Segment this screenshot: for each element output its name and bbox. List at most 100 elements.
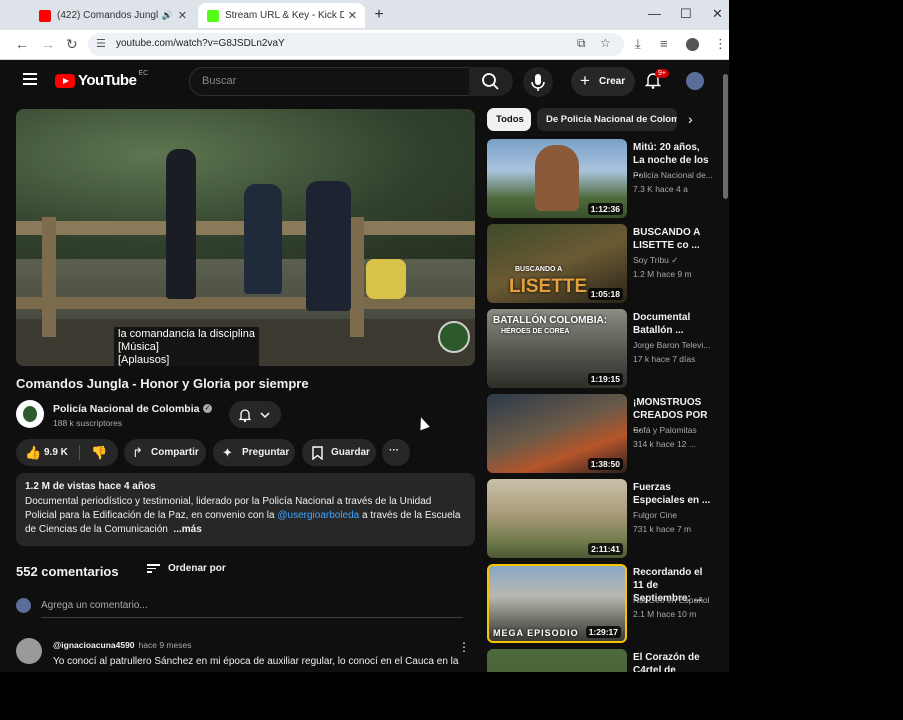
url-text[interactable]: youtube.com/watch?v=G8JSDLn2vaY (116, 38, 285, 49)
video-meta: 1.2 M hace 9 m (633, 269, 692, 279)
kick-favicon-icon (207, 9, 219, 22)
notifications-button[interactable]: 9+ (644, 69, 669, 94)
channel-watermark-logo[interactable] (438, 321, 470, 353)
search-icon (482, 73, 499, 90)
recommendation-item[interactable]: BUSCANDO A LISETTE 1:05:18 BUSCANDO A LI… (487, 224, 717, 304)
recommendation-item[interactable]: MEGA EPISODIO 1:29:17 Recordando el 11 d… (487, 564, 717, 644)
recommendation-item[interactable]: BATALLÓN COLOMBIA: HÉROES DE COREA 1:19:… (487, 309, 717, 389)
address-bar[interactable]: ☰ youtube.com/watch?v=G8JSDLn2vaY ⧉ ☆ (88, 33, 624, 56)
chip-channel[interactable]: De Policía Nacional de Colombia (537, 108, 677, 131)
recommendation-item[interactable]: El Corazón de C4rtel de Sinalo... (487, 649, 717, 672)
channel-name[interactable]: Policía Nacional de Colombia (53, 403, 199, 415)
video-title: Comandos Jungla - Honor y Gloria por sie… (16, 376, 309, 391)
like-button[interactable]: 👍 9.9 K (16, 439, 78, 466)
divider (79, 445, 80, 460)
channel-name[interactable]: Jorge Baron Televi... (633, 340, 715, 350)
recommendation-item[interactable]: 1:12:36 Mitú: 20 años, La noche de los .… (487, 139, 717, 219)
sort-comments-button[interactable]: Ordenar por (147, 562, 226, 575)
video-thumbnail[interactable]: BATALLÓN COLOMBIA: HÉROES DE COREA 1:19:… (487, 309, 627, 388)
thumbnail-text: BATALLÓN COLOMBIA: (493, 315, 608, 326)
description-box[interactable]: 1.2 M de vistas hace 4 años Documental p… (16, 473, 475, 546)
video-meta: 17 k hace 7 días (633, 354, 696, 364)
channel-name[interactable]: Nat Geo en Español (633, 595, 715, 605)
audio-playing-icon[interactable]: 🔊 (162, 10, 173, 21)
profile-avatar[interactable] (686, 38, 699, 51)
comment-author-name[interactable]: @ignacioacuna4590 (53, 640, 135, 650)
more-actions-button[interactable]: ··· (382, 439, 410, 466)
channel-name[interactable]: Policía Nacional de... (633, 170, 715, 180)
recommendation-item[interactable]: 1:38:50 ¡MONSTRUOS CREADOS POR ... Sofá … (487, 394, 717, 474)
create-label: Crear (599, 76, 626, 87)
youtube-logo[interactable]: YouTube EC (55, 70, 148, 89)
caption-line: [Música] (118, 341, 159, 353)
video-title[interactable]: El Corazón de C4rtel de Sinalo... (633, 651, 713, 672)
thumbnail-figure (535, 145, 579, 211)
site-info-icon[interactable]: ☰ (96, 37, 106, 50)
video-frame-person (306, 181, 351, 311)
share-button[interactable]: ↱ Compartir (124, 439, 206, 466)
ask-button[interactable]: ✦ Preguntar (213, 439, 295, 466)
channel-name[interactable]: Sofá y Palomitas (633, 425, 715, 435)
page-scrollbar[interactable] (723, 74, 728, 199)
close-window-button[interactable]: ✕ (712, 6, 723, 22)
thumbnail-text: BUSCANDO A (515, 266, 563, 273)
tab-youtube[interactable]: (422) Comandos Jungla - H 🔊 ✕ (30, 3, 195, 28)
video-duration: 1:19:15 (587, 373, 623, 385)
maximize-button[interactable]: ☐ (680, 6, 692, 22)
channel-name[interactable]: Fulgor Cine (633, 510, 715, 520)
back-button[interactable]: ← (15, 36, 29, 52)
chevron-right-icon[interactable]: › (688, 111, 693, 127)
video-duration: 1:38:50 (587, 458, 623, 470)
video-thumbnail[interactable]: 1:38:50 (487, 394, 627, 473)
video-thumbnail[interactable] (487, 649, 627, 672)
channel-label[interactable]: Soy Tribu (633, 255, 669, 265)
comment-menu-icon[interactable]: ⋮ (458, 640, 470, 654)
comment-author[interactable]: @ignacioacuna4590 hace 9 meses (53, 640, 191, 650)
bookmark-star-icon[interactable]: ☆ (600, 36, 611, 50)
close-tab-icon[interactable]: ✕ (348, 9, 357, 22)
channel-name[interactable]: Soy Tribu ✓ (633, 255, 715, 266)
like-dislike-group: 👍 9.9 K 👎 (16, 439, 118, 466)
video-duration: 1:05:18 (587, 288, 623, 300)
chip-all[interactable]: Todos (487, 108, 531, 131)
tab-kick[interactable]: Stream URL & Key - Kick Dashb ✕ (198, 3, 365, 28)
recommendation-item[interactable]: 2:11:41 Fuerzas Especiales en ... Fulgor… (487, 479, 717, 559)
minimize-button[interactable]: — (648, 6, 661, 21)
new-tab-button[interactable]: + (370, 6, 388, 24)
dislike-button[interactable]: 👎 (86, 439, 116, 466)
voice-search-button[interactable] (523, 67, 553, 97)
search-input[interactable]: Buscar (189, 67, 471, 96)
install-app-icon[interactable]: ⧉ (577, 36, 586, 51)
search-button[interactable] (469, 67, 513, 96)
video-meta: 314 k hace 12 ... (633, 439, 696, 449)
save-button[interactable]: Guardar (302, 439, 376, 466)
browser-menu-icon[interactable]: ⋮ (714, 36, 727, 52)
comment-time[interactable]: hace 9 meses (139, 640, 192, 650)
close-tab-icon[interactable]: ✕ (178, 9, 187, 22)
create-button[interactable]: + Crear (571, 67, 635, 96)
video-frame-post (350, 217, 364, 337)
reload-button[interactable]: ↻ (66, 36, 78, 53)
mention-link[interactable]: @usergioarboleda (277, 510, 359, 521)
commenter-avatar[interactable] (16, 638, 42, 664)
address-toolbar: ← → ↻ ☰ youtube.com/watch?v=G8JSDLn2vaY … (0, 30, 729, 60)
download-icon[interactable]: ⤓ (635, 36, 641, 52)
tab-title: (422) Comandos Jungla - H (57, 10, 158, 21)
video-thumbnail[interactable]: 1:12:36 (487, 139, 627, 218)
video-title[interactable]: Fuerzas Especiales en ... (633, 481, 713, 507)
forward-button[interactable]: → (41, 36, 55, 52)
account-avatar[interactable] (686, 72, 704, 90)
video-title[interactable]: Documental Batallón ... (633, 311, 713, 337)
video-thumbnail[interactable]: BUSCANDO A LISETTE 1:05:18 (487, 224, 627, 303)
verified-check-icon: ✓ (203, 404, 212, 413)
video-title[interactable]: BUSCANDO A LISETTE co ... (633, 226, 713, 252)
channel-avatar[interactable] (16, 400, 44, 428)
video-thumbnail[interactable]: 2:11:41 (487, 479, 627, 558)
hamburger-menu-icon[interactable] (23, 73, 37, 85)
video-player[interactable]: la comandancia la disciplina [Música] [A… (16, 109, 475, 366)
show-more-link[interactable]: ...más (173, 524, 201, 535)
subscription-bell-button[interactable] (229, 401, 281, 428)
video-thumbnail[interactable]: MEGA EPISODIO 1:29:17 (487, 564, 627, 643)
reading-list-icon[interactable]: ≡ (660, 36, 668, 51)
add-comment-input[interactable]: Agrega un comentario... (41, 600, 148, 611)
